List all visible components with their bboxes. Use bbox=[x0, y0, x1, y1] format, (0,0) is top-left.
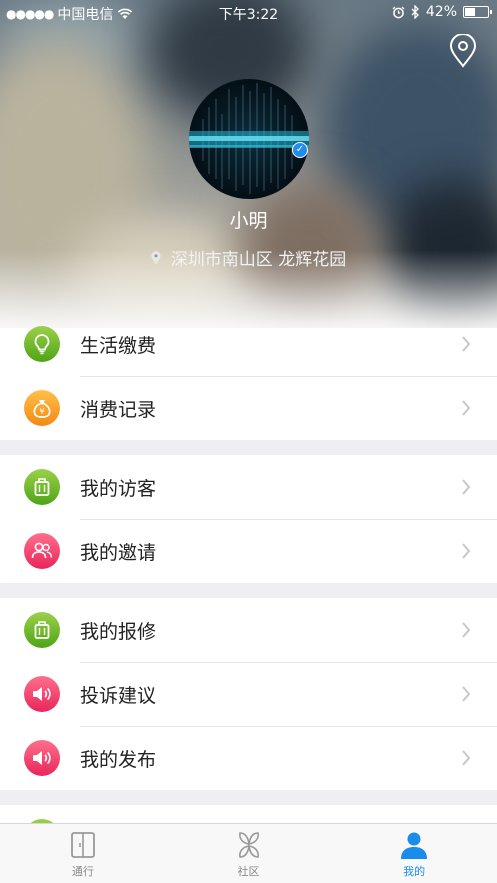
user-icon bbox=[401, 832, 428, 859]
menu-label: 我的发布 bbox=[80, 748, 157, 771]
tab-label: 我的 bbox=[403, 865, 426, 878]
address-line: 深圳市南山区 龙辉花园 bbox=[0, 245, 497, 270]
battery-percent: 42% bbox=[425, 4, 457, 20]
status-bar: ●●●●● 中国电信 下午3:22 42% bbox=[0, 0, 497, 26]
chevron-right-icon bbox=[462, 543, 471, 559]
menu-item-spending-records[interactable]: ¥ 消费记录 bbox=[0, 376, 497, 440]
address-text: 深圳市南山区 龙辉花园 bbox=[170, 250, 347, 270]
door-icon bbox=[70, 832, 95, 858]
verified-badge-icon: ✓ bbox=[292, 142, 308, 158]
tab-access[interactable]: 通行 bbox=[0, 824, 166, 883]
speaker-icon bbox=[24, 676, 60, 712]
menu-label: 我的报修 bbox=[80, 620, 157, 643]
battery-icon bbox=[463, 6, 492, 18]
tab-bar: 通行 社区 我的 bbox=[0, 823, 497, 883]
username: 小明 bbox=[229, 210, 268, 232]
menu-group-1: 生活缴费 ¥ 消费记录 bbox=[0, 312, 497, 440]
menu-item-my-invitations[interactable]: 我的邀请 bbox=[0, 519, 497, 583]
menu-label: 我的邀请 bbox=[80, 541, 157, 564]
community-icon bbox=[238, 832, 259, 858]
speaker-icon bbox=[24, 740, 60, 776]
tab-mine[interactable]: 我的 bbox=[331, 824, 497, 883]
menu-item-my-posts[interactable]: 我的发布 bbox=[0, 726, 497, 790]
chevron-right-icon bbox=[462, 336, 471, 352]
menu-label: 消费记录 bbox=[80, 398, 157, 421]
menu-label: 生活缴费 bbox=[80, 334, 157, 357]
menu-group-2: 我的访客 我的邀请 bbox=[0, 455, 497, 583]
svg-text:¥: ¥ bbox=[39, 407, 44, 416]
bluetooth-icon bbox=[411, 5, 419, 19]
suitcase-icon bbox=[24, 612, 60, 648]
avatar-image bbox=[189, 83, 309, 194]
tab-community[interactable]: 社区 bbox=[166, 824, 332, 883]
menu-item-my-visitors[interactable]: 我的访客 bbox=[0, 455, 497, 519]
menu-group-3: 我的报修 投诉建议 我的发布 bbox=[0, 598, 497, 790]
location-pin-icon bbox=[449, 33, 477, 68]
menu-label: 我的访客 bbox=[80, 477, 157, 500]
suitcase-icon bbox=[24, 469, 60, 505]
money-bag-icon: ¥ bbox=[24, 390, 60, 426]
location-marker-icon bbox=[151, 250, 161, 264]
chevron-right-icon bbox=[462, 400, 471, 416]
people-icon bbox=[24, 533, 60, 569]
chevron-right-icon bbox=[462, 686, 471, 702]
tab-label: 通行 bbox=[71, 865, 94, 878]
chevron-right-icon bbox=[462, 622, 471, 638]
menu-item-complaints-suggestions[interactable]: 投诉建议 bbox=[0, 662, 497, 726]
alarm-icon bbox=[392, 6, 405, 18]
chevron-right-icon bbox=[462, 750, 471, 766]
menu-label: 投诉建议 bbox=[80, 684, 157, 707]
lightbulb-icon bbox=[24, 326, 60, 362]
chevron-right-icon bbox=[462, 479, 471, 495]
avatar[interactable] bbox=[189, 79, 309, 199]
location-button[interactable] bbox=[449, 33, 477, 72]
tab-label: 社区 bbox=[237, 865, 260, 878]
menu-item-my-repairs[interactable]: 我的报修 bbox=[0, 598, 497, 662]
menu-item-bill-payment[interactable]: 生活缴费 bbox=[0, 312, 497, 376]
